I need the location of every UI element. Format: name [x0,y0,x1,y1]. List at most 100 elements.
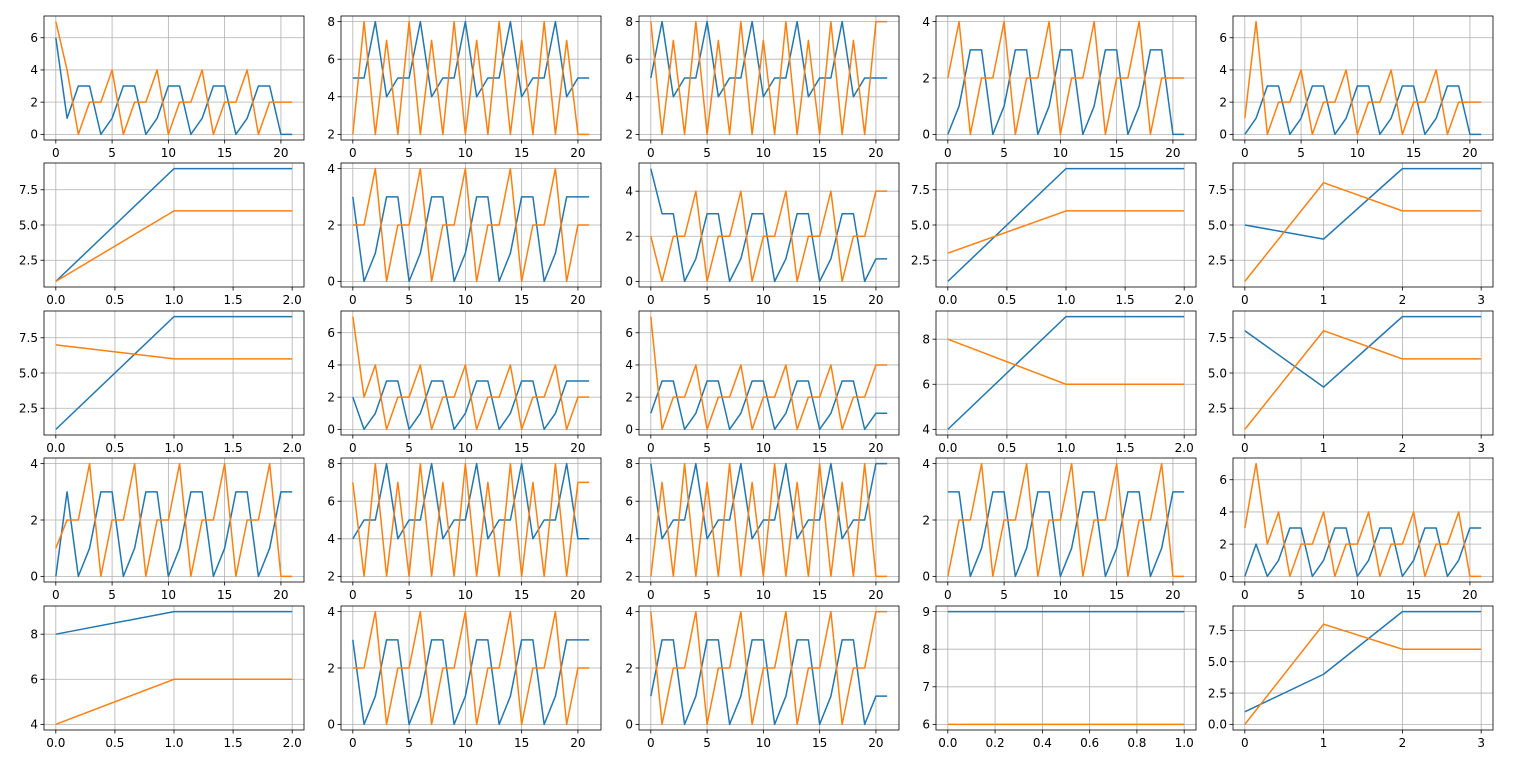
x-tick-label: 10 [1053,588,1068,602]
y-tick-label: 0 [625,275,633,289]
x-tick-label: 0.5 [105,441,124,455]
y-tick-label: 8 [625,15,633,29]
x-tick-label: 0 [349,736,357,750]
y-tick-label: 4 [1219,505,1227,519]
x-tick-label: 5 [405,736,413,750]
y-tick-label: 2 [625,661,633,675]
y-tick-label: 6 [30,31,38,45]
y-tick-label: 4 [625,90,633,104]
x-tick-label: 15 [1109,146,1124,160]
y-tick-label: 0 [30,570,38,584]
x-tick-label: 5 [405,293,413,307]
x-tick-label: 5 [405,588,413,602]
y-tick-label: 8 [922,332,930,346]
chart-figure: 0 5 10 15 2002460 5 10 15 2024680 5 10 15 2024680 5 10… [0,0,1536,767]
x-tick-label: 15 [812,588,827,602]
x-tick-label: 3 [1477,736,1485,750]
x-tick-label: 10 [161,588,176,602]
x-tick-label: 10 [756,293,771,307]
y-tick-label: 5.0 [19,218,38,232]
y-tick-label: 6 [625,495,633,509]
x-tick-label: 20 [1462,588,1477,602]
x-tick-label: 5 [703,293,711,307]
y-tick-label: 0 [30,128,38,142]
x-tick-label: 15 [1109,588,1124,602]
y-tick-label: 7.5 [19,331,38,345]
x-tick-label: 2 [1399,293,1407,307]
y-tick-label: 7.5 [19,183,38,197]
x-tick-label: 1.0 [1056,441,1075,455]
x-tick-label: 20 [570,441,585,455]
x-tick-label: 5 [1297,588,1305,602]
y-tick-label: 2.5 [1208,402,1227,416]
x-tick-label: 1 [1320,293,1328,307]
x-tick-label: 20 [570,146,585,160]
x-tick-label: 10 [458,441,473,455]
y-tick-label: 8 [327,15,335,29]
x-tick-label: 0 [944,146,952,160]
y-tick-label: 0 [1219,570,1227,584]
y-tick-label: 2 [327,128,335,142]
y-tick-label: 0 [625,423,633,437]
y-tick-label: 7 [922,680,930,694]
x-tick-label: 10 [458,146,473,160]
x-tick-label: 0 [647,293,655,307]
x-tick-label: 15 [514,293,529,307]
y-tick-label: 0 [327,423,335,437]
x-tick-label: 0 [349,146,357,160]
x-tick-label: 20 [570,736,585,750]
y-tick-label: 6 [625,326,633,340]
y-tick-label: 6 [1219,473,1227,487]
x-tick-label: 10 [756,588,771,602]
x-tick-label: 1.0 [164,736,183,750]
x-tick-label: 0 [52,588,60,602]
x-tick-label: 0.0 [938,736,957,750]
x-tick-label: 5 [1297,146,1305,160]
y-tick-label: 2 [30,95,38,109]
x-tick-label: 10 [1350,146,1365,160]
x-tick-label: 0 [647,736,655,750]
x-tick-label: 10 [1053,146,1068,160]
y-tick-label: 4 [30,718,38,732]
y-tick-label: 6 [327,53,335,67]
y-tick-label: 6 [1219,31,1227,45]
x-tick-label: 0 [647,441,655,455]
x-tick-label: 15 [514,736,529,750]
x-tick-label: 0.6 [1080,736,1099,750]
y-tick-label: 8 [30,627,38,641]
y-tick-label: 0 [327,718,335,732]
x-tick-label: 1.5 [224,736,243,750]
x-tick-label: 3 [1477,293,1485,307]
y-tick-label: 2 [327,661,335,675]
y-tick-label: 0 [922,128,930,142]
x-tick-label: 0 [647,588,655,602]
y-tick-label: 4 [625,184,633,198]
y-tick-label: 4 [327,532,335,546]
x-tick-label: 0 [1241,441,1249,455]
x-tick-label: 10 [756,146,771,160]
y-tick-label: 6 [327,326,335,340]
y-tick-label: 7.5 [911,183,930,197]
x-tick-label: 2 [1399,441,1407,455]
x-tick-label: 0 [349,588,357,602]
x-tick-label: 5 [108,146,116,160]
x-tick-label: 5 [703,441,711,455]
x-tick-label: 10 [756,441,771,455]
y-tick-label: 8 [922,643,930,657]
x-tick-label: 5 [1000,588,1008,602]
x-tick-label: 1.0 [1175,736,1194,750]
x-tick-label: 0.5 [105,736,124,750]
y-tick-label: 4 [625,605,633,619]
y-tick-label: 5.0 [1208,366,1227,380]
y-tick-label: 2.5 [19,402,38,416]
x-tick-label: 0.4 [1033,736,1052,750]
y-tick-label: 5.0 [19,366,38,380]
y-tick-label: 7.5 [1208,183,1227,197]
x-tick-label: 2.0 [1175,293,1194,307]
x-tick-label: 5 [405,146,413,160]
y-tick-label: 9 [922,605,930,619]
y-tick-label: 7.5 [1208,331,1227,345]
x-tick-label: 1.5 [224,293,243,307]
x-tick-label: 0.5 [997,293,1016,307]
x-tick-label: 2.0 [283,441,302,455]
